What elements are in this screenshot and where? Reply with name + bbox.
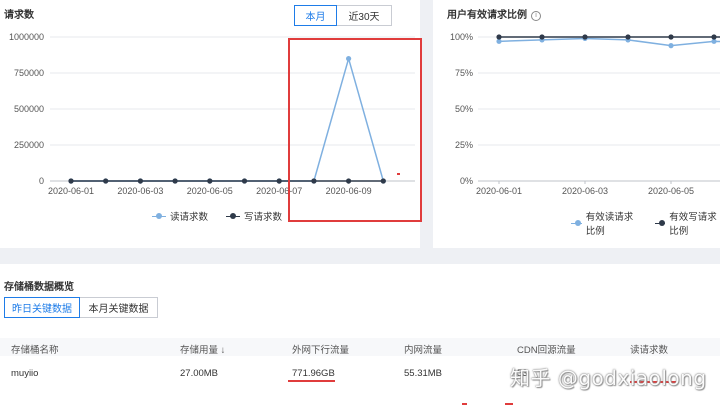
red-mark	[397, 173, 400, 175]
legend-label-write: 写请求数	[244, 212, 283, 223]
x-tick-label: 2020-06-01	[476, 186, 522, 196]
data-point	[276, 178, 282, 184]
cell-bucket-name[interactable]: muyiio	[11, 368, 38, 379]
x-tick-label: 2020-06-03	[117, 186, 163, 196]
column-header-bucket-name: 存储桶名称	[11, 345, 59, 356]
legend-item-valid-write[interactable]: 有效写请求比例	[654, 209, 720, 237]
tab-month-key-data[interactable]: 本月关键数据	[80, 297, 158, 318]
legend-item-read[interactable]: 读请求数	[152, 209, 208, 223]
legend-label-valid-write: 有效写请求比例	[669, 212, 717, 237]
egress-underline	[288, 380, 335, 382]
highlight-box	[288, 38, 422, 222]
data-point	[668, 43, 674, 49]
data-point	[496, 34, 502, 40]
valid-read-series-marker	[571, 219, 582, 227]
y-tick-label: 25%	[455, 140, 473, 150]
read-series-marker	[152, 212, 166, 220]
y-tick-label: 500000	[14, 104, 44, 114]
sort-down-icon[interactable]: ↓	[221, 345, 226, 356]
valid-write-series-marker	[654, 219, 666, 227]
x-tick-label: 2020-06-05	[187, 186, 233, 196]
legend-label-valid-read: 有效读请求比例	[585, 212, 634, 237]
data-point	[207, 178, 213, 184]
legend-label-read: 读请求数	[170, 212, 209, 223]
valid-request-ratio-panel: 用户有效请求比例 i 100% 75% 50% 25% 0% 2020-06-01 2020…	[433, 0, 720, 248]
column-header-egress: 外网下行流量	[292, 345, 350, 356]
column-header-read-requests: 读请求数	[630, 345, 669, 356]
write-series-marker	[226, 212, 241, 220]
y-tick-label: 1000000	[9, 32, 44, 42]
data-point	[172, 178, 178, 184]
column-header-internal: 内网流量	[404, 345, 443, 356]
red-mark-bottom-1	[462, 403, 467, 405]
tab-yesterday-key-data[interactable]: 昨日关键数据	[4, 297, 80, 318]
column-header-cdn: CDN回源流量	[517, 345, 576, 356]
overview-period-toggle: 昨日关键数据 本月关键数据	[4, 297, 158, 318]
table-header: 存储桶名称 存储用量 ↓ 外网下行流量 内网流量 CDN回源流量 读请求数	[0, 338, 720, 356]
data-point	[711, 34, 717, 40]
data-point	[582, 34, 588, 40]
column-header-storage[interactable]: 存储用量 ↓	[180, 342, 225, 356]
cell-storage: 27.00MB	[180, 368, 219, 379]
valid-ratio-legend: 有效读请求比例 有效写请求比例	[571, 209, 720, 237]
x-tick-label: 2020-06-01	[48, 186, 94, 196]
series-line-read	[498, 37, 720, 47]
data-point	[241, 178, 248, 184]
legend-item-write[interactable]: 写请求数	[226, 209, 282, 223]
data-point	[68, 178, 74, 184]
y-tick-label: 75%	[455, 68, 473, 78]
data-point	[103, 178, 109, 184]
y-tick-label: 0	[39, 176, 44, 186]
request-count-legend: 读请求数 写请求数	[152, 209, 282, 223]
data-point	[668, 34, 674, 40]
bucket-overview-title: 存储桶数据概览	[4, 282, 74, 293]
cell-internal: 55.31MB	[404, 368, 443, 379]
column-header-storage-label: 存储用量	[180, 345, 219, 356]
y-tick-label: 0%	[460, 176, 473, 186]
y-tick-label: 250000	[14, 140, 44, 150]
x-tick-label: 2020-06-03	[562, 186, 608, 196]
red-mark-bottom-2	[505, 403, 513, 405]
data-point	[137, 178, 143, 184]
legend-item-valid-read[interactable]: 有效读请求比例	[571, 209, 637, 237]
y-tick-label: 100%	[450, 32, 473, 42]
x-tick-label: 2020-06-05	[648, 186, 694, 196]
y-tick-label: 50%	[455, 104, 473, 114]
y-tick-label: 750000	[14, 68, 44, 78]
data-point	[625, 34, 631, 40]
data-point	[539, 34, 545, 40]
cell-egress: 771.96GB	[292, 368, 335, 379]
watermark: 知乎 @godxiaolong	[510, 366, 707, 390]
